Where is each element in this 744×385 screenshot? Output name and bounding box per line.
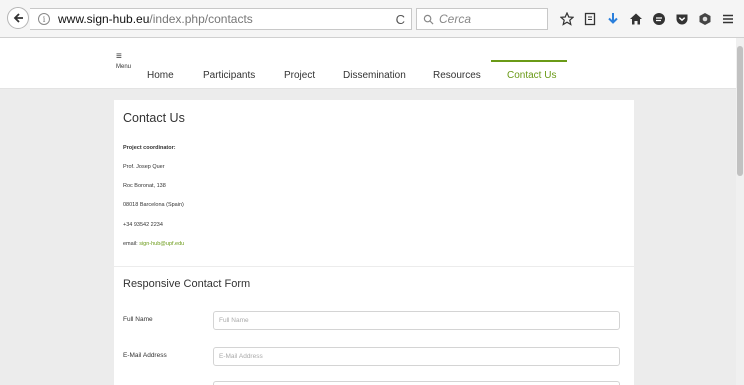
address-street: Roc Boronat, 138: [123, 183, 166, 189]
site-nav: ≡ Menu Home Participants Project Dissemi…: [0, 50, 744, 89]
search-bar[interactable]: Cerca: [416, 8, 548, 30]
bookmark-star-button[interactable]: [556, 8, 578, 30]
search-placeholder: Cerca: [439, 12, 472, 26]
hamburger-menu-icon: [723, 14, 733, 24]
nav-item-contact-us[interactable]: Contact Us: [507, 70, 556, 81]
phone-number: +34 93542 2234: [123, 222, 163, 228]
search-icon: [423, 14, 434, 25]
downloads-button[interactable]: [602, 8, 624, 30]
menu-label[interactable]: Menu: [116, 64, 131, 70]
browser-toolbar: i www.sign-hub.eu/index.php/contacts C C…: [0, 0, 744, 38]
url-host: www.sign-hub.eu: [58, 12, 150, 26]
hamburger-menu-icon[interactable]: ≡: [116, 52, 122, 62]
url-bar[interactable]: i www.sign-hub.eu/index.php/contacts C: [30, 8, 412, 30]
shield-icon: [699, 13, 711, 25]
email-address-input[interactable]: [213, 347, 620, 366]
pocket-icon: [676, 14, 688, 25]
content-card: Contact Us Project coordinator: Prof. Jo…: [114, 100, 634, 385]
full-name-label: Full Name: [123, 316, 153, 323]
back-button[interactable]: [7, 7, 29, 29]
section-divider: [114, 266, 634, 267]
toolbar-spacer: [0, 38, 744, 50]
email-address-label: E-Mail Address: [123, 352, 167, 359]
scrollbar-thumb[interactable]: [737, 46, 743, 176]
chat-button[interactable]: [648, 8, 670, 30]
next-form-field[interactable]: [213, 381, 620, 385]
active-nav-indicator: [491, 60, 567, 62]
email-link[interactable]: sign-hub@upf.edu: [139, 241, 184, 247]
nav-item-home[interactable]: Home: [147, 70, 174, 81]
email-label: email:: [123, 241, 138, 247]
nav-item-participants[interactable]: Participants: [203, 70, 255, 81]
full-name-input[interactable]: [213, 311, 620, 330]
chat-icon: [653, 13, 665, 25]
email-line: email: sign-hub@upf.edu: [123, 241, 184, 247]
reading-list-icon: [584, 12, 596, 26]
url-path: /index.php/contacts: [149, 12, 253, 26]
page-title: Contact Us: [123, 111, 185, 125]
reading-list-button[interactable]: [579, 8, 601, 30]
form-title: Responsive Contact Form: [123, 278, 251, 290]
home-icon: [630, 13, 642, 25]
reload-icon[interactable]: C: [396, 12, 405, 27]
nav-item-project[interactable]: Project: [284, 70, 315, 81]
coordinator-name: Prof. Josep Quer: [123, 164, 165, 170]
home-button[interactable]: [625, 8, 647, 30]
shield-button[interactable]: [694, 8, 716, 30]
nav-item-dissemination[interactable]: Dissemination: [343, 70, 406, 81]
star-icon: [560, 12, 574, 26]
info-icon[interactable]: i: [38, 13, 50, 25]
coordinator-label: Project coordinator:: [123, 145, 176, 151]
back-arrow-icon: [13, 13, 23, 23]
address-city: 08018 Barcelona (Spain): [123, 202, 184, 208]
nav-item-resources[interactable]: Resources: [433, 70, 481, 81]
browser-menu-button[interactable]: [717, 8, 739, 30]
pocket-button[interactable]: [671, 8, 693, 30]
download-icon: [608, 13, 618, 24]
